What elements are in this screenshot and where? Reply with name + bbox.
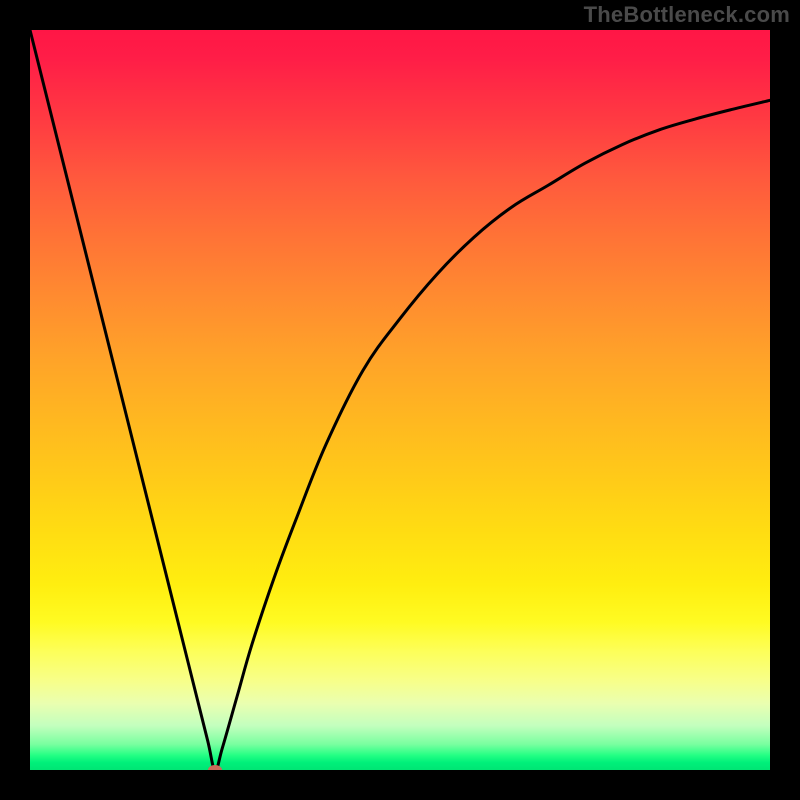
curve-layer bbox=[30, 30, 770, 770]
chart-frame: TheBottleneck.com bbox=[0, 0, 800, 800]
plot-area bbox=[30, 30, 770, 770]
bottleneck-curve bbox=[30, 30, 770, 770]
watermark-text: TheBottleneck.com bbox=[584, 2, 790, 28]
